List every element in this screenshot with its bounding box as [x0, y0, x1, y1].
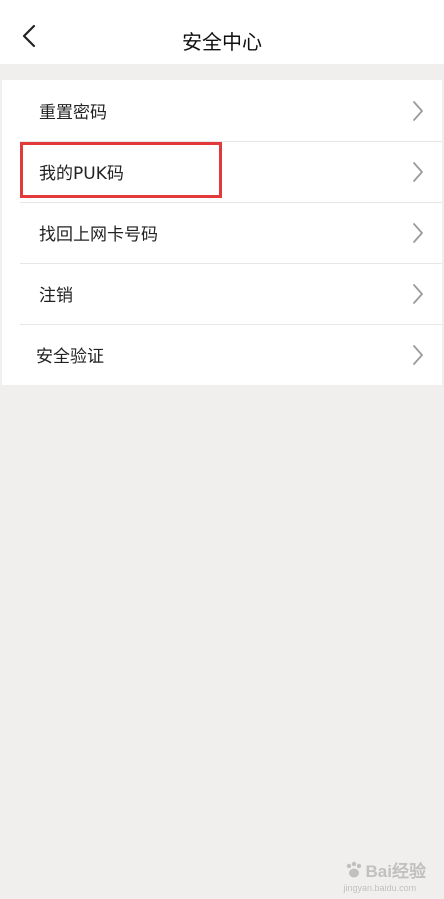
menu-item-label: 我的PUK码: [39, 164, 124, 184]
menu-item-my-puk[interactable]: 我的PUK码: [2, 141, 442, 202]
chevron-right-icon: [413, 100, 423, 121]
menu-item-deregister[interactable]: 注销: [2, 263, 442, 324]
menu-item-label: 找回上网卡号码: [39, 225, 158, 245]
menu-item-reset-password[interactable]: 重置密码: [2, 80, 442, 141]
paw-icon: [346, 861, 361, 877]
status-bar: [0, 0, 444, 8]
chevron-right-icon: [413, 222, 423, 243]
menu-item-security-verification[interactable]: 安全验证: [2, 324, 442, 385]
menu-item-recover-number[interactable]: 找回上网卡号码: [2, 202, 442, 263]
page-title: 安全中心: [182, 30, 262, 54]
settings-menu: 重置密码 我的PUK码 找回上网卡号码 注销 安全验证: [2, 80, 442, 385]
watermark-url: jingyan.baidu.com: [343, 883, 417, 893]
watermark-brand: Bai经验: [365, 862, 426, 881]
chevron-right-icon: [413, 344, 423, 365]
menu-item-label: 注销: [39, 286, 73, 306]
chevron-right-icon: [413, 161, 423, 182]
menu-item-label: 重置密码: [39, 103, 107, 123]
chevron-right-icon: [413, 283, 423, 304]
watermark: Bai经验 jingyan.baidu.com: [344, 857, 426, 893]
header: 安全中心: [0, 8, 444, 64]
watermark-logo: Bai经验: [344, 857, 426, 882]
menu-item-label: 安全验证: [36, 347, 104, 367]
